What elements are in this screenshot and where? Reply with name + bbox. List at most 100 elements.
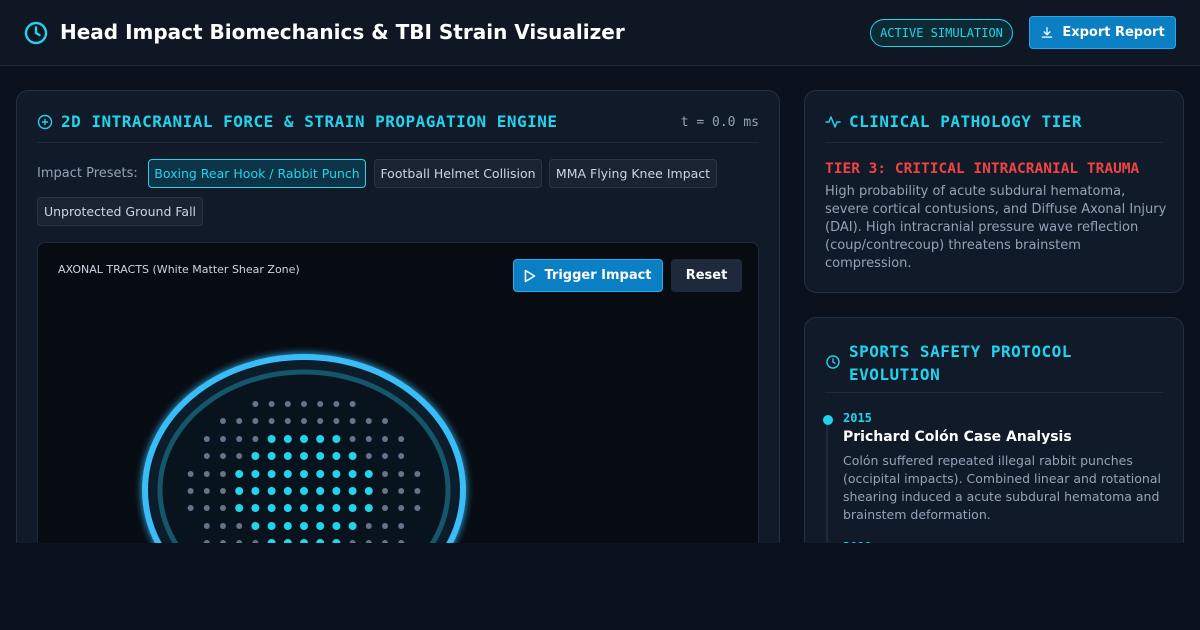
axon-node — [398, 471, 405, 477]
axon-node — [365, 523, 372, 529]
timeline-dot — [823, 415, 833, 425]
axon-node — [300, 452, 308, 460]
axon-node — [220, 418, 226, 424]
axon-node — [398, 523, 405, 529]
axon-node — [300, 522, 308, 530]
axon-node — [316, 504, 325, 512]
axon-node — [414, 471, 421, 477]
app-header: Head Impact Biomechanics & TBI Strain Vi… — [0, 0, 1200, 66]
axon-node — [300, 435, 308, 443]
axon-node — [236, 436, 243, 442]
axon-node — [398, 453, 405, 459]
axon-node — [284, 401, 291, 407]
play-icon — [525, 269, 536, 282]
axon-node — [332, 487, 341, 495]
timeline-event-title: Prichard Colón Case Analysis — [843, 429, 1072, 445]
axon-node — [203, 471, 210, 477]
timeline-event-description: Colón suffered repeated illegal rabbit p… — [843, 453, 1161, 522]
axon-node — [317, 401, 324, 407]
pathology-panel-title: CLINICAL PATHOLOGY TIER — [849, 112, 1083, 131]
axon-grid — [187, 401, 421, 547]
axon-node — [283, 487, 292, 495]
trigger-impact-button[interactable]: Trigger Impact — [513, 259, 663, 292]
axon-node — [382, 453, 388, 459]
axon-node — [267, 435, 276, 443]
axon-node — [235, 487, 244, 495]
axon-node — [349, 418, 356, 424]
viewport-fold — [0, 543, 1200, 630]
axon-node — [267, 504, 276, 512]
engine-panel-header: 2D INTRACRANIAL FORCE & STRAIN PROPAGATI… — [37, 91, 759, 143]
axon-node — [203, 505, 210, 511]
axon-node — [236, 418, 243, 424]
axon-node — [398, 436, 405, 442]
tier-title: TIER 3: CRITICAL INTRACRANIAL TRAUMA — [825, 161, 1140, 177]
axon-node — [268, 418, 275, 424]
axon-node — [332, 522, 341, 530]
axon-node — [348, 452, 357, 460]
crosshair-icon — [37, 114, 53, 130]
timeline-year: 2015 — [843, 411, 872, 425]
status-badge: ACTIVE SIMULATION — [870, 19, 1013, 47]
axon-node — [252, 418, 259, 424]
trigger-impact-label: Trigger Impact — [544, 268, 652, 283]
axon-node — [332, 435, 341, 443]
axon-node — [252, 436, 259, 442]
axon-node — [283, 504, 292, 512]
axon-node — [251, 452, 260, 460]
protocol-panel-header: SPORTS SAFETY PROTOCOL EVOLUTION — [825, 318, 1163, 393]
preset-unprotected-ground-fall[interactable]: Unprotected Ground Fall — [37, 197, 203, 226]
axon-node — [235, 470, 244, 478]
axon-node — [316, 470, 325, 478]
canvas-label: AXONAL TRACTS (White Matter Shear Zone) — [58, 263, 300, 276]
preset-mma-flying-knee[interactable]: MMA Flying Knee Impact — [549, 159, 717, 188]
axon-node — [348, 522, 357, 530]
preset-football-helmet-collision[interactable]: Football Helmet Collision — [374, 159, 542, 188]
axon-node — [220, 488, 226, 494]
axon-node — [316, 487, 325, 495]
axon-node — [251, 470, 260, 478]
axon-node — [187, 488, 194, 494]
axon-node — [333, 418, 340, 424]
clinical-pathology-panel: CLINICAL PATHOLOGY TIER TIER 3: CRITICAL… — [804, 90, 1184, 293]
axon-node — [414, 505, 421, 511]
download-icon — [1042, 26, 1053, 38]
axon-node — [203, 436, 210, 442]
axon-node — [300, 487, 308, 495]
axon-node — [236, 453, 243, 459]
simulation-canvas[interactable]: AXONAL TRACTS (White Matter Shear Zone) … — [37, 242, 759, 559]
axon-node — [349, 436, 356, 442]
axon-node — [267, 487, 276, 495]
axon-node — [382, 505, 388, 511]
axon-node — [316, 522, 325, 530]
axon-node — [203, 488, 210, 494]
axon-node — [220, 453, 226, 459]
axon-node — [365, 418, 372, 424]
reset-button[interactable]: Reset — [671, 259, 742, 292]
axon-node — [251, 487, 260, 495]
axon-node — [398, 488, 405, 494]
axon-node — [365, 453, 372, 459]
axon-node — [398, 505, 405, 511]
preset-boxing-rabbit-punch[interactable]: Boxing Rear Hook / Rabbit Punch — [148, 159, 366, 188]
engine-panel-title: 2D INTRACRANIAL FORCE & STRAIN PROPAGATI… — [61, 112, 558, 131]
axon-node — [414, 488, 421, 494]
time-readout: t = 0.0 ms — [680, 115, 759, 130]
axon-node — [268, 401, 275, 407]
axon-node — [203, 523, 210, 529]
export-report-button[interactable]: Export Report — [1029, 16, 1176, 49]
axon-node — [332, 470, 341, 478]
axon-node — [332, 452, 341, 460]
axon-node — [235, 504, 244, 512]
axon-node — [267, 452, 276, 460]
axon-node — [283, 470, 292, 478]
axon-node — [220, 505, 226, 511]
clock-icon — [24, 21, 48, 45]
axon-node — [316, 452, 325, 460]
axon-node — [236, 523, 243, 529]
axon-node — [251, 504, 260, 512]
export-report-label: Export Report — [1062, 25, 1165, 40]
axon-node — [203, 453, 210, 459]
axon-node — [267, 470, 276, 478]
axon-node — [283, 452, 292, 460]
